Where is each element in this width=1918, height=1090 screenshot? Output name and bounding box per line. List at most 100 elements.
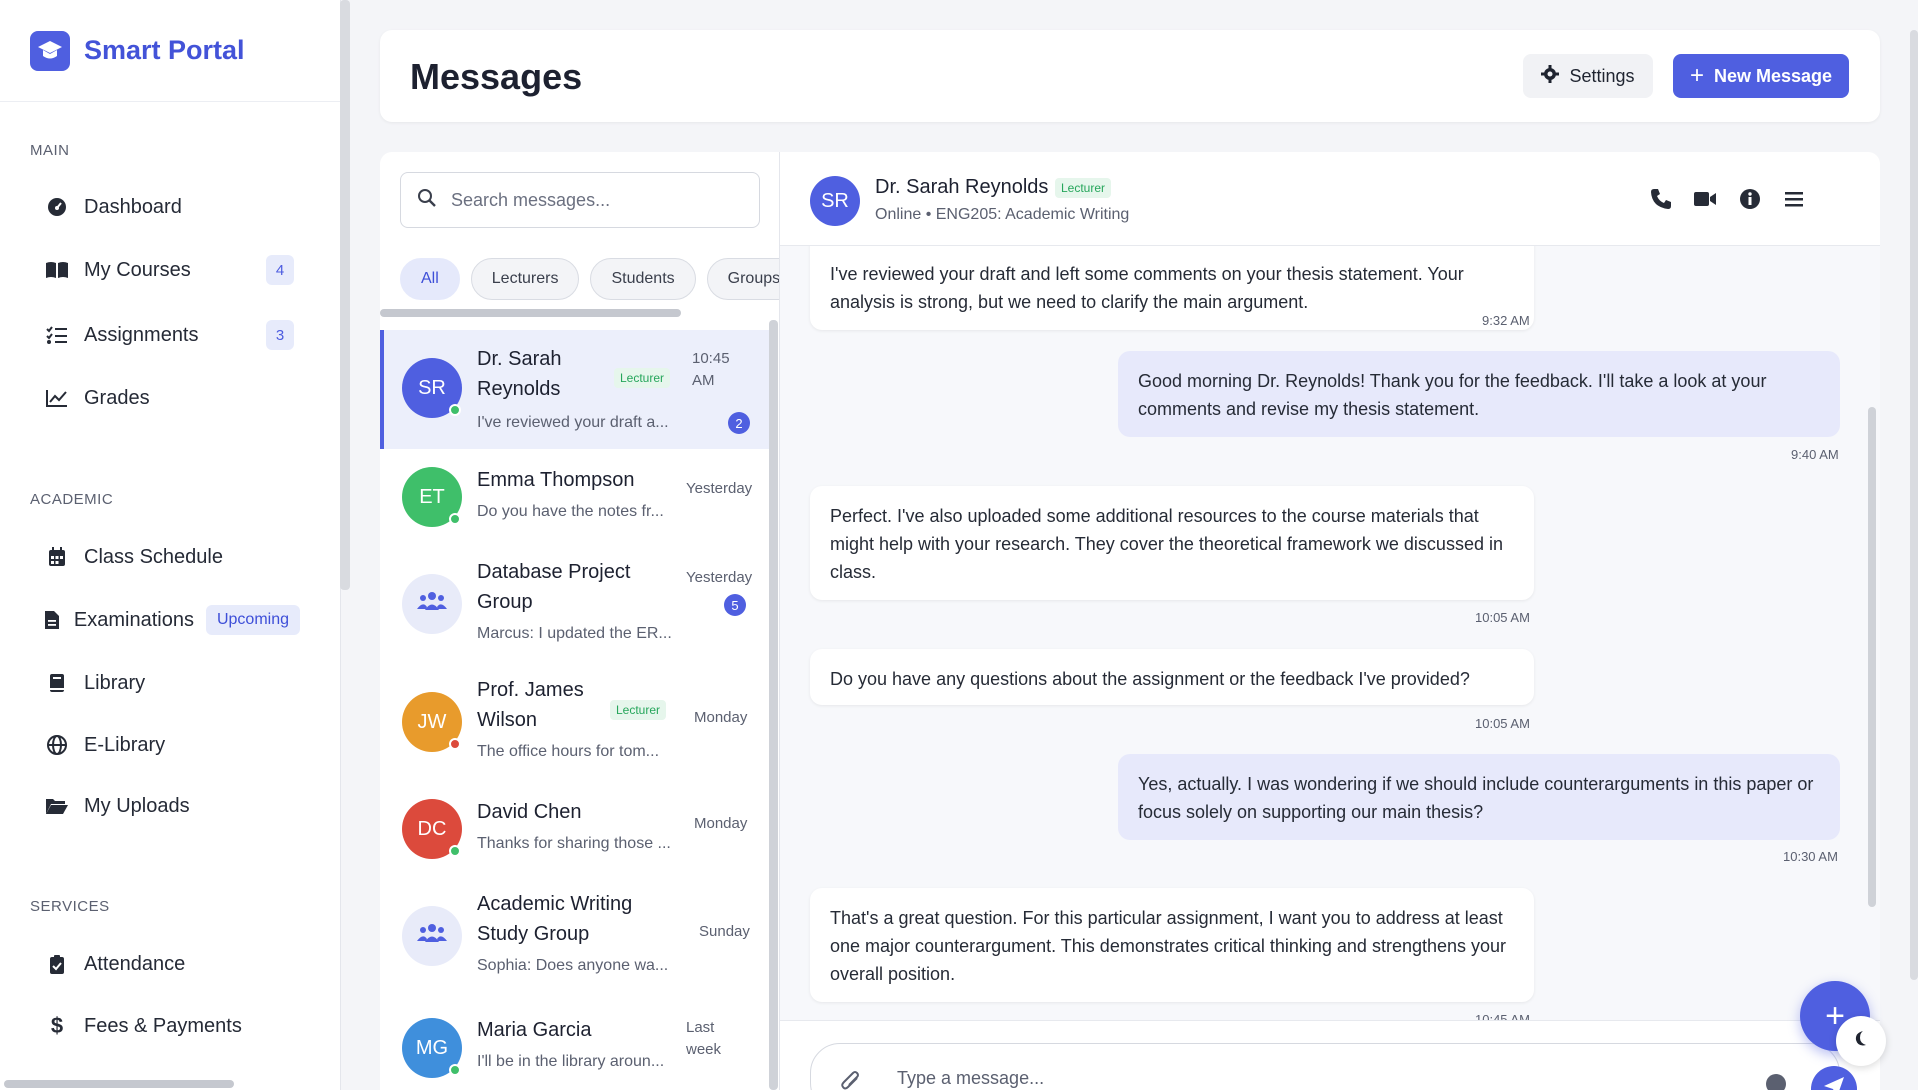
message-time: 10:30 AM (1783, 849, 1838, 864)
new-message-button[interactable]: + New Message (1673, 54, 1849, 98)
filter-lecturers[interactable]: Lecturers (470, 258, 580, 300)
avatar: MG (402, 1018, 462, 1078)
avatar: JW (402, 692, 462, 752)
sidebar-horizontal-scrollbar[interactable] (4, 1080, 234, 1088)
compose-box[interactable] (810, 1043, 1857, 1090)
sidebar-item-my-uploads[interactable]: My Uploads (30, 782, 300, 830)
sidebar-item-examinations[interactable]: Examinations Upcoming (30, 596, 300, 644)
avatar-initials: MG (415, 1036, 449, 1059)
search-input[interactable] (451, 189, 731, 211)
sidebar-item-label: Library (84, 671, 146, 694)
filter-all[interactable]: All (400, 258, 460, 300)
settings-label: Settings (1569, 65, 1635, 86)
theme-toggle-button[interactable] (1836, 1016, 1886, 1066)
filter-scrollbar[interactable] (380, 309, 681, 317)
book-icon (42, 673, 72, 693)
sidebar-item-library[interactable]: Library (30, 659, 300, 707)
sidebar-item-attendance[interactable]: Attendance (30, 940, 300, 988)
conversation-preview: The office hours for tom... (477, 743, 660, 760)
paperclip-icon[interactable] (839, 1070, 863, 1090)
sidebar-item-label: Grades (84, 386, 150, 409)
conversation-item[interactable]: JW Prof. James Wilson Lecturer Monday Th… (380, 663, 769, 781)
settings-button[interactable]: Settings (1523, 54, 1653, 98)
avatar-initials: SR (821, 189, 849, 212)
conversation-list-scrollbar[interactable] (769, 320, 778, 1090)
conversation-time: Monday (694, 709, 748, 726)
section-label-main: MAIN (30, 142, 70, 159)
sidebar-item-dashboard[interactable]: Dashboard (30, 183, 300, 231)
message-time: 10:05 AM (1475, 610, 1530, 625)
message-text: Perfect. I've also uploaded some additio… (830, 506, 1503, 582)
sidebar-item-class-schedule[interactable]: Class Schedule (30, 533, 300, 581)
conversation-preview: Marcus: I updated the ER... (477, 625, 672, 642)
menu-icon[interactable] (1781, 186, 1807, 212)
chat-scrollbar[interactable] (1868, 407, 1876, 907)
avatar: DC (402, 799, 462, 859)
info-icon[interactable] (1737, 186, 1763, 212)
conversation-item[interactable]: Database Project Group Yesterday 5 Marcu… (380, 545, 769, 663)
avatar[interactable]: SR (810, 176, 860, 226)
conversation-name: Maria Garcia (477, 1019, 592, 1041)
message-text: I've reviewed your draft and left some c… (830, 264, 1464, 312)
upcoming-pill: Upcoming (205, 605, 300, 635)
message-text: Good morning Dr. Reynolds! Thank you for… (1138, 371, 1767, 419)
sidebar-item-assignments[interactable]: Assignments 3 (30, 311, 300, 359)
calendar-icon (42, 547, 72, 567)
conversation-time: Last week (686, 1019, 722, 1058)
phone-icon[interactable] (1648, 186, 1674, 212)
message-incoming: Do you have any questions about the assi… (810, 649, 1534, 705)
avatar-initials: ET (419, 485, 445, 508)
message-text: Do you have any questions about the assi… (830, 669, 1470, 689)
search-icon (417, 188, 437, 213)
sidebar-item-my-courses[interactable]: My Courses 4 (30, 246, 300, 294)
emoji-icon[interactable] (1766, 1074, 1786, 1090)
avatar-initials: DC (417, 817, 447, 840)
conversation-preview: Thanks for sharing those ... (477, 835, 671, 852)
message-time: 10:05 AM (1475, 716, 1530, 731)
conversation-item[interactable]: SR Dr. Sarah Reynolds Lecturer 10:45 AM … (380, 330, 769, 449)
paper-plane-icon (1823, 1076, 1845, 1090)
conversation-item[interactable]: ET Emma Thompson Yesterday Do you have t… (380, 449, 769, 545)
message-text: Yes, actually. I was wondering if we sho… (1138, 774, 1814, 822)
conversation-name: Academic Writing Study Group (477, 893, 633, 945)
search-box[interactable] (400, 172, 760, 228)
conversation-name: Dr. Sarah Reynolds (477, 348, 562, 400)
message-outgoing: Good morning Dr. Reynolds! Thank you for… (1118, 351, 1840, 437)
conversation-item[interactable]: MG Maria Garcia Last week I'll be in the… (380, 995, 769, 1090)
conversation-item[interactable]: Academic Writing Study Group Sunday Soph… (380, 877, 769, 995)
message-input[interactable] (897, 1068, 1697, 1089)
filter-groups[interactable]: Groups (706, 258, 779, 300)
sidebar-item-label: Assignments (84, 323, 199, 346)
book-open-icon (42, 261, 72, 279)
video-camera-icon[interactable] (1692, 186, 1718, 212)
sidebar-item-e-library[interactable]: E-Library (30, 721, 300, 769)
tasks-icon (42, 326, 72, 344)
conversation-item[interactable]: DC David Chen Monday Thanks for sharing … (380, 781, 769, 877)
group-avatar (402, 574, 462, 634)
online-indicator (449, 845, 461, 857)
sidebar-item-label: E-Library (84, 733, 166, 756)
plus-icon: + (1689, 62, 1704, 89)
filter-students[interactable]: Students (590, 258, 696, 300)
sidebar-item-label: My Uploads (84, 794, 190, 817)
conversation-time: Yesterday (686, 480, 753, 497)
message-incoming: I've reviewed your draft and left some c… (810, 232, 1534, 330)
sidebar-item-fees-payments[interactable]: $ Fees & Payments (30, 1002, 300, 1050)
conversation-preview: I'll be in the library aroun... (477, 1053, 665, 1070)
conversation-name: David Chen (477, 801, 582, 823)
send-button[interactable] (1811, 1066, 1857, 1090)
role-tag: Lecturer (610, 700, 667, 720)
users-icon (417, 591, 447, 617)
brand[interactable]: Smart Portal (0, 0, 340, 102)
sidebar-item-label: Dashboard (84, 195, 182, 218)
group-avatar (402, 906, 462, 966)
section-label-services: SERVICES (30, 898, 110, 915)
message-incoming: That's a great question. For this partic… (810, 888, 1534, 1002)
avatar: SR (402, 358, 462, 418)
unread-badge: 5 (724, 594, 746, 616)
chat-status: Online • ENG205: Academic Writing (875, 206, 1130, 223)
sidebar-item-grades[interactable]: Grades (30, 374, 300, 422)
page-scrollbar[interactable] (1910, 30, 1918, 980)
conversation-preview: Sophia: Does anyone wa... (477, 957, 669, 974)
sidebar-scrollbar[interactable] (340, 0, 350, 590)
